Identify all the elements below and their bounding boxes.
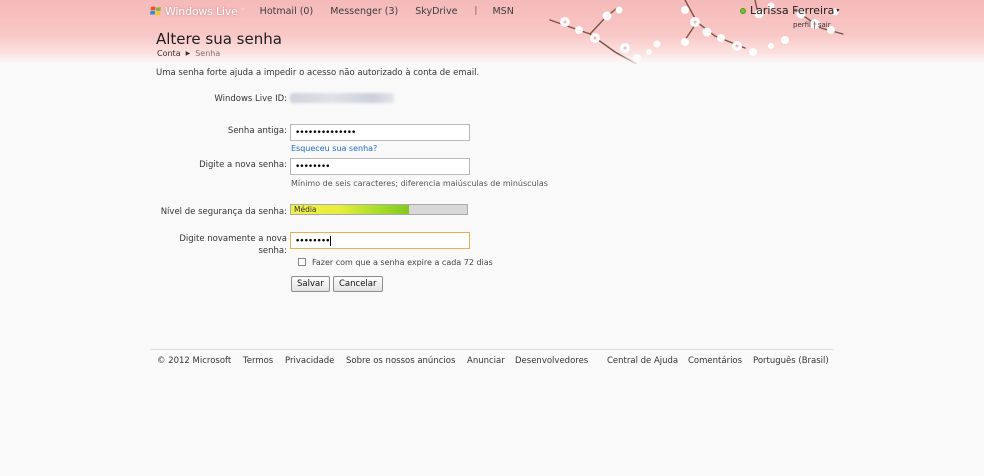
expire-password-checkbox[interactable] bbox=[298, 258, 306, 266]
nav-separator: | bbox=[474, 6, 478, 16]
footer-copyright: © 2012 Microsoft bbox=[157, 356, 232, 366]
new-password-label: Digite a nova senha: bbox=[199, 160, 287, 170]
confirm-password-input[interactable]: •••••••• bbox=[290, 232, 470, 249]
footer-developers-link[interactable]: Desenvolvedores bbox=[515, 356, 588, 366]
password-strength-meter: Média bbox=[290, 204, 468, 215]
footer-advertise-link[interactable]: Anunciar bbox=[467, 356, 505, 366]
chevron-down-icon[interactable]: ▾ bbox=[836, 7, 839, 14]
profile-link[interactable]: perfil bbox=[793, 21, 811, 29]
breadcrumb-current: Senha bbox=[195, 49, 221, 58]
new-password-hint: Mínimo de seis caracteres; diferencia ma… bbox=[291, 179, 548, 188]
footer-about-ads-link[interactable]: Sobre os nossos anúncios bbox=[346, 356, 455, 366]
nav-msn[interactable]: MSN bbox=[492, 6, 513, 17]
old-password-input[interactable]: •••••••••••••• bbox=[290, 124, 470, 141]
intro-text: Uma senha forte ajuda a impedir o acesso… bbox=[156, 68, 480, 78]
top-navigation: Windows Live ™ Hotmail (0) Messenger (3) … bbox=[150, 4, 531, 18]
header-fade bbox=[0, 54, 984, 64]
cancel-button[interactable]: Cancelar bbox=[333, 276, 383, 292]
presence-status-icon bbox=[740, 7, 746, 14]
confirm-password-label-line2: senha: bbox=[258, 246, 287, 256]
forgot-password-link[interactable]: Esqueceu sua senha? bbox=[291, 144, 377, 153]
footer-language-link[interactable]: Português (Brasil) bbox=[753, 356, 829, 366]
nav-hotmail[interactable]: Hotmail (0) bbox=[260, 6, 314, 17]
user-menu[interactable]: Larissa Ferreira ▾ bbox=[740, 4, 839, 17]
user-links: perfil | sair bbox=[793, 21, 831, 29]
confirm-password-label-line1: Digite novamente a nova bbox=[179, 234, 287, 244]
footer-feedback-link[interactable]: Comentários bbox=[688, 356, 742, 366]
password-strength-text: Média bbox=[294, 205, 317, 214]
user-links-separator: | bbox=[813, 21, 816, 29]
footer-help-link[interactable]: Central de Ajuda bbox=[607, 356, 678, 366]
windows-live-id-label: Windows Live ID: bbox=[214, 94, 287, 104]
signout-link[interactable]: sair bbox=[818, 21, 831, 29]
page-title: Altere sua senha bbox=[156, 30, 282, 48]
confirm-password-value: •••••••• bbox=[295, 236, 330, 247]
expire-password-label[interactable]: Fazer com que a senha expire a cada 72 d… bbox=[312, 258, 493, 267]
footer-terms-link[interactable]: Termos bbox=[243, 356, 273, 366]
nav-skydrive[interactable]: SkyDrive bbox=[415, 6, 457, 17]
footer-privacy-link[interactable]: Privacidade bbox=[285, 356, 334, 366]
windows-live-id-value-blurred bbox=[290, 93, 394, 103]
brand-name: Windows Live bbox=[165, 4, 238, 18]
breadcrumb-arrow-icon: ▶ bbox=[185, 50, 191, 57]
text-cursor bbox=[330, 236, 332, 246]
footer-divider bbox=[150, 349, 833, 350]
new-password-input[interactable]: •••••••• bbox=[290, 158, 470, 175]
password-strength-label: Nível de segurança da senha: bbox=[160, 207, 287, 217]
save-button[interactable]: Salvar bbox=[291, 276, 330, 292]
user-name[interactable]: Larissa Ferreira bbox=[750, 4, 834, 17]
nav-messenger[interactable]: Messenger (3) bbox=[330, 6, 398, 17]
breadcrumb: Conta ▶ Senha bbox=[157, 49, 220, 58]
windows-live-logo[interactable]: Windows Live ™ bbox=[150, 5, 246, 18]
brand-trademark: ™ bbox=[240, 8, 246, 14]
old-password-label: Senha antiga: bbox=[227, 126, 287, 136]
breadcrumb-conta[interactable]: Conta bbox=[157, 49, 181, 58]
windows-flag-icon bbox=[150, 6, 161, 16]
